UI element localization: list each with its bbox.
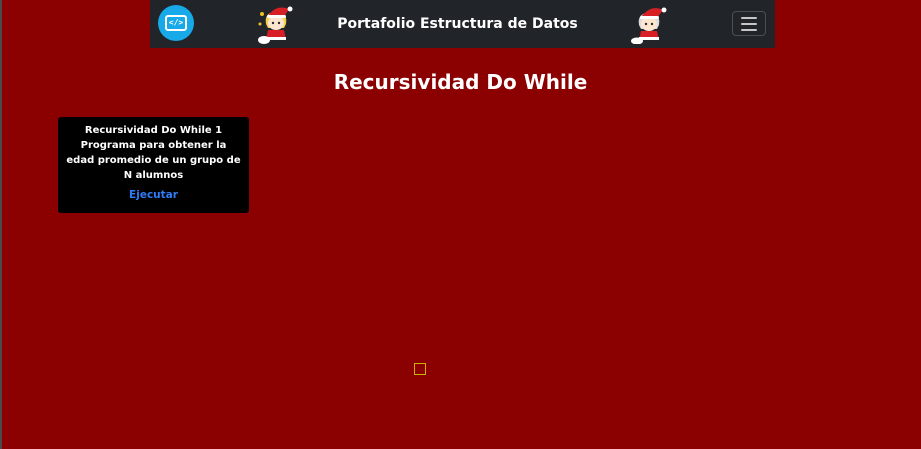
menu-bar	[741, 28, 757, 31]
menu-bar	[741, 22, 757, 25]
square-marker	[414, 363, 426, 375]
run-button[interactable]: Ejecutar	[129, 189, 178, 201]
page-title: Recursividad Do While	[333, 70, 588, 94]
program-card: Recursividad Do While 1 Programa para ob…	[58, 117, 249, 213]
code-monitor-icon[interactable]: </>	[158, 5, 194, 41]
top-navbar: </> Portafolio Estructura de Datos	[150, 0, 775, 48]
window-edge	[0, 0, 2, 449]
card-description: Programa para obtener la edad promedio d…	[66, 140, 241, 181]
logo-glyph: </>	[165, 15, 187, 31]
santa-mascot-icon	[258, 6, 293, 44]
site-title[interactable]: Portafolio Estructura de Datos	[330, 0, 585, 48]
menu-bar	[741, 16, 757, 19]
card-title-line: Recursividad Do While 1	[84, 125, 223, 136]
santa-mascot-icon	[631, 7, 667, 44]
hamburger-menu-icon[interactable]	[732, 11, 766, 36]
card-title: Recursividad Do While 1 Programa para ob…	[66, 123, 241, 183]
